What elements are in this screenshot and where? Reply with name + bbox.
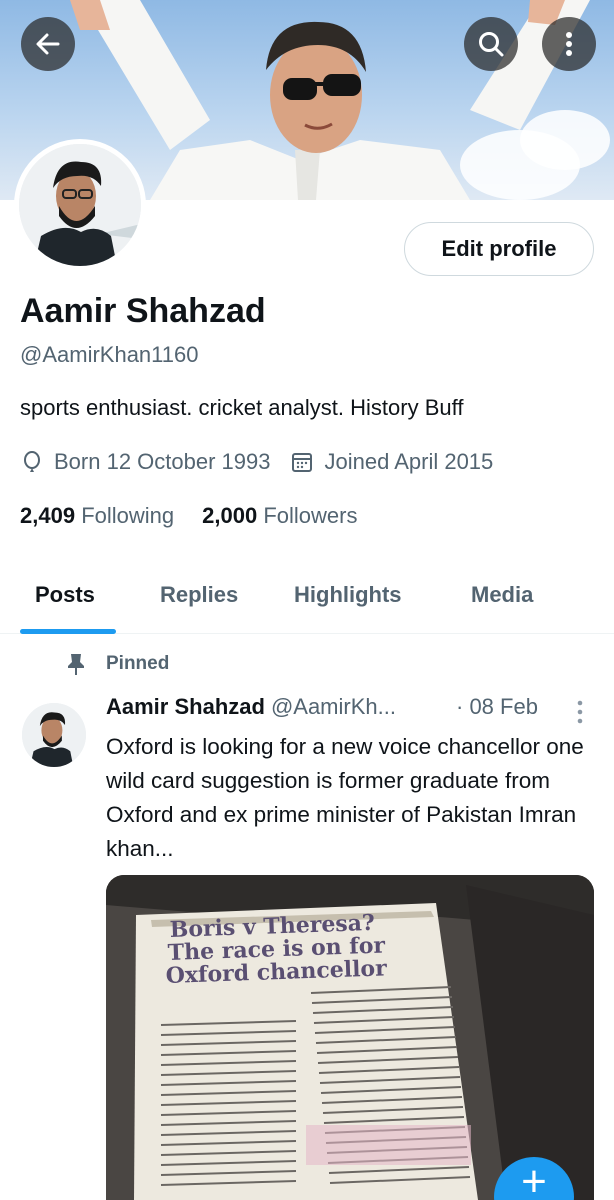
profile-avatar[interactable] — [14, 139, 146, 271]
post-author-avatar[interactable] — [22, 703, 86, 767]
back-button[interactable] — [21, 17, 75, 71]
post-text[interactable]: Oxford is looking for a new voice chance… — [106, 730, 596, 866]
post-author-name[interactable]: Aamir Shahzad — [106, 694, 265, 720]
profile-tabs: Posts Replies Highlights Media — [0, 570, 614, 634]
newspaper-photo: Boris v Theresa? The race is on for Oxfo… — [106, 875, 594, 1200]
search-button[interactable] — [464, 17, 518, 71]
pinned-indicator: Pinned — [66, 652, 169, 676]
more-options-button[interactable] — [542, 17, 596, 71]
active-tab-indicator — [20, 629, 116, 634]
more-vertical-icon — [566, 32, 572, 56]
post-date[interactable]: · 08 Feb — [456, 694, 538, 720]
post-image[interactable]: Boris v Theresa? The race is on for Oxfo… — [106, 875, 594, 1200]
followers-label: Followers — [263, 503, 358, 528]
edit-profile-button[interactable]: Edit profile — [404, 222, 594, 276]
joined-date: Joined April 2015 — [290, 449, 493, 475]
post-author-handle[interactable]: @AamirKh... — [271, 694, 396, 720]
more-vertical-icon — [577, 700, 583, 724]
following-count: 2,409 — [20, 503, 76, 528]
birth-date: Born 12 October 1993 — [20, 449, 270, 475]
tab-posts[interactable]: Posts — [35, 582, 95, 608]
following-label: Following — [81, 503, 175, 528]
avatar-photo — [22, 703, 86, 767]
tab-replies[interactable]: Replies — [160, 582, 238, 608]
pin-icon — [68, 654, 84, 675]
birth-date-text: Born 12 October 1993 — [54, 449, 271, 474]
pinned-label: Pinned — [106, 653, 170, 674]
follow-stats: 2,409 Following 2,000 Followers — [20, 503, 357, 529]
tab-media[interactable]: Media — [471, 582, 533, 608]
avatar-photo — [19, 144, 141, 266]
profile-name: Aamir Shahzad — [20, 292, 266, 330]
profile-bio: sports enthusiast. cricket analyst. Hist… — [20, 395, 464, 420]
following-link[interactable]: 2,409 Following — [20, 503, 174, 529]
profile-handle: @AamirKhan1160 — [20, 342, 199, 367]
post-more-button[interactable] — [570, 698, 590, 726]
profile-meta: Born 12 October 1993 Joined April 2015 — [20, 449, 493, 475]
arrow-left-icon — [36, 33, 60, 55]
calendar-icon — [292, 453, 313, 472]
post-header: Aamir Shahzad @AamirKh... — [106, 694, 396, 720]
followers-link[interactable]: 2,000 Followers — [202, 503, 357, 529]
followers-count: 2,000 — [202, 503, 258, 528]
avatar — [19, 144, 141, 266]
search-icon — [479, 32, 504, 57]
joined-date-text: Joined April 2015 — [324, 449, 494, 474]
tab-highlights[interactable]: Highlights — [294, 582, 402, 608]
balloon-icon — [24, 451, 40, 472]
